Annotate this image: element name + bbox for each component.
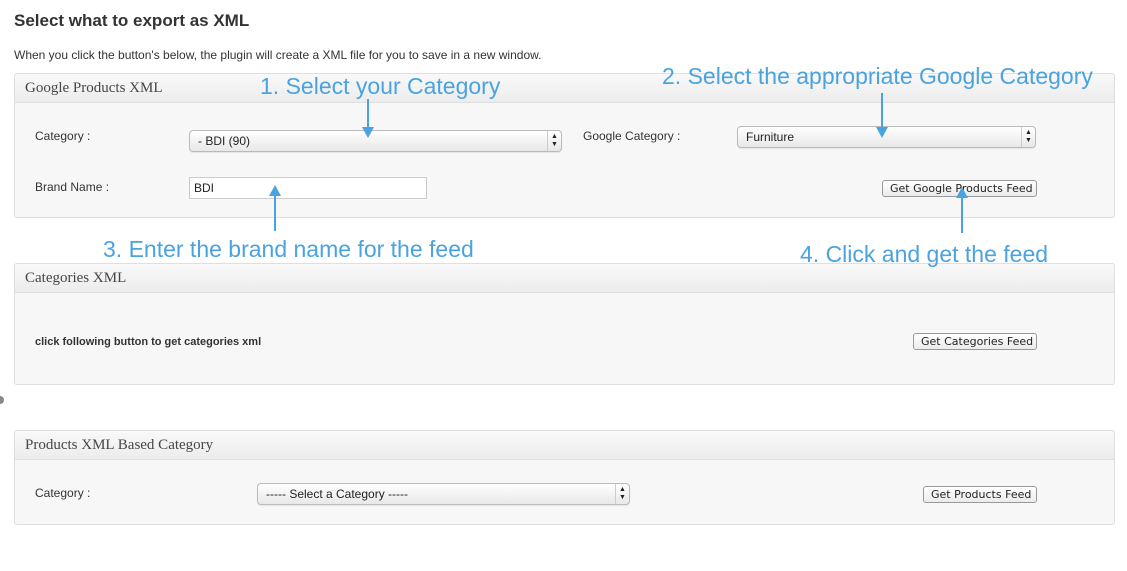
annotation-step4: 4. Click and get the feed	[800, 241, 1049, 267]
category-label: Category :	[35, 129, 91, 143]
annotation-step2: 2. Select the appropriate Google Categor…	[662, 63, 1093, 89]
arrow-icon	[269, 185, 281, 231]
arrow-icon	[362, 99, 374, 138]
up-down-arrows-icon: ▲ ▼	[1021, 127, 1035, 147]
brand-name-label: Brand Name :	[35, 180, 110, 194]
arrow-icon	[876, 93, 888, 138]
get-products-feed-button[interactable]: Get Products Feed	[923, 486, 1037, 503]
products-category-label: Category :	[35, 486, 91, 500]
products-category-select[interactable]: ----- Select a Category ----- ▲ ▼	[257, 483, 630, 505]
category-select-value: - BDI (90)	[198, 134, 251, 148]
google-category-label: Google Category :	[583, 129, 681, 143]
up-down-arrows-icon: ▲ ▼	[615, 484, 629, 504]
arrow-icon	[956, 187, 968, 233]
intro-text: When you click the button's below, the p…	[14, 48, 542, 62]
brand-name-input[interactable]	[189, 177, 427, 199]
products-category-box: Products XML Based Category Category : -…	[14, 430, 1115, 525]
categories-note: click following button to get categories…	[35, 336, 262, 348]
scroll-handle	[0, 396, 4, 404]
products-category-select-value: ----- Select a Category -----	[266, 487, 409, 501]
annotation-step1: 1. Select your Category	[260, 73, 501, 99]
get-categories-feed-button[interactable]: Get Categories Feed	[913, 333, 1037, 350]
google-category-select-value: Furniture	[746, 130, 795, 144]
products-category-header: Products XML Based Category	[15, 431, 1114, 460]
google-products-box: Google Products XML Category : - BDI (90…	[14, 73, 1115, 218]
categories-box: Categories XML click following button to…	[14, 263, 1115, 385]
up-down-arrows-icon: ▲ ▼	[547, 131, 561, 151]
categories-header: Categories XML	[15, 264, 1114, 293]
page-title: Select what to export as XML	[14, 11, 250, 30]
annotation-step3: 3. Enter the brand name for the feed	[103, 236, 474, 262]
